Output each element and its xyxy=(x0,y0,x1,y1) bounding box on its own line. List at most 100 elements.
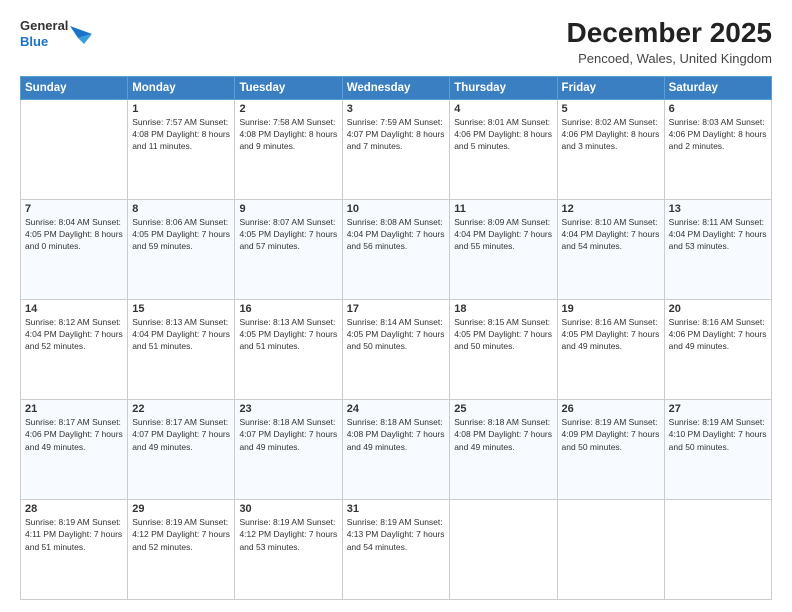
day-number: 26 xyxy=(562,403,660,415)
day-number: 30 xyxy=(239,503,337,515)
col-monday: Monday xyxy=(128,76,235,99)
table-row: 1Sunrise: 7:57 AM Sunset: 4:08 PM Daylig… xyxy=(128,99,235,199)
calendar-body: 1Sunrise: 7:57 AM Sunset: 4:08 PM Daylig… xyxy=(21,99,772,599)
calendar-header-row: Sunday Monday Tuesday Wednesday Thursday… xyxy=(21,76,772,99)
logo-bird-icon xyxy=(70,20,92,48)
day-number: 5 xyxy=(562,103,660,115)
day-info: Sunrise: 8:19 AM Sunset: 4:11 PM Dayligh… xyxy=(25,516,123,553)
table-row: 8Sunrise: 8:06 AM Sunset: 4:05 PM Daylig… xyxy=(128,199,235,299)
day-number: 3 xyxy=(347,103,446,115)
table-row: 22Sunrise: 8:17 AM Sunset: 4:07 PM Dayli… xyxy=(128,399,235,499)
day-info: Sunrise: 8:04 AM Sunset: 4:05 PM Dayligh… xyxy=(25,216,123,253)
day-info: Sunrise: 8:03 AM Sunset: 4:06 PM Dayligh… xyxy=(669,116,767,153)
col-tuesday: Tuesday xyxy=(235,76,342,99)
day-info: Sunrise: 8:13 AM Sunset: 4:05 PM Dayligh… xyxy=(239,316,337,353)
day-info: Sunrise: 8:19 AM Sunset: 4:10 PM Dayligh… xyxy=(669,416,767,453)
day-number: 25 xyxy=(454,403,552,415)
day-number: 31 xyxy=(347,503,446,515)
day-number: 12 xyxy=(562,203,660,215)
day-info: Sunrise: 8:19 AM Sunset: 4:09 PM Dayligh… xyxy=(562,416,660,453)
logo-blue: Blue xyxy=(20,34,68,50)
col-thursday: Thursday xyxy=(450,76,557,99)
day-info: Sunrise: 8:08 AM Sunset: 4:04 PM Dayligh… xyxy=(347,216,446,253)
day-info: Sunrise: 7:59 AM Sunset: 4:07 PM Dayligh… xyxy=(347,116,446,153)
calendar-week-4: 21Sunrise: 8:17 AM Sunset: 4:06 PM Dayli… xyxy=(21,399,772,499)
table-row xyxy=(450,499,557,599)
day-number: 27 xyxy=(669,403,767,415)
day-number: 13 xyxy=(669,203,767,215)
day-info: Sunrise: 8:02 AM Sunset: 4:06 PM Dayligh… xyxy=(562,116,660,153)
table-row: 24Sunrise: 8:18 AM Sunset: 4:08 PM Dayli… xyxy=(342,399,450,499)
day-number: 21 xyxy=(25,403,123,415)
table-row xyxy=(664,499,771,599)
day-number: 4 xyxy=(454,103,552,115)
main-title: December 2025 xyxy=(567,18,772,49)
day-number: 14 xyxy=(25,303,123,315)
calendar-week-3: 14Sunrise: 8:12 AM Sunset: 4:04 PM Dayli… xyxy=(21,299,772,399)
table-row: 7Sunrise: 8:04 AM Sunset: 4:05 PM Daylig… xyxy=(21,199,128,299)
table-row: 16Sunrise: 8:13 AM Sunset: 4:05 PM Dayli… xyxy=(235,299,342,399)
table-row: 9Sunrise: 8:07 AM Sunset: 4:05 PM Daylig… xyxy=(235,199,342,299)
day-info: Sunrise: 8:01 AM Sunset: 4:06 PM Dayligh… xyxy=(454,116,552,153)
table-row: 11Sunrise: 8:09 AM Sunset: 4:04 PM Dayli… xyxy=(450,199,557,299)
day-number: 11 xyxy=(454,203,552,215)
day-info: Sunrise: 8:06 AM Sunset: 4:05 PM Dayligh… xyxy=(132,216,230,253)
table-row: 27Sunrise: 8:19 AM Sunset: 4:10 PM Dayli… xyxy=(664,399,771,499)
day-number: 28 xyxy=(25,503,123,515)
calendar-week-2: 7Sunrise: 8:04 AM Sunset: 4:05 PM Daylig… xyxy=(21,199,772,299)
day-info: Sunrise: 8:19 AM Sunset: 4:12 PM Dayligh… xyxy=(239,516,337,553)
table-row: 14Sunrise: 8:12 AM Sunset: 4:04 PM Dayli… xyxy=(21,299,128,399)
day-info: Sunrise: 8:19 AM Sunset: 4:12 PM Dayligh… xyxy=(132,516,230,553)
day-number: 15 xyxy=(132,303,230,315)
day-info: Sunrise: 8:17 AM Sunset: 4:06 PM Dayligh… xyxy=(25,416,123,453)
table-row: 21Sunrise: 8:17 AM Sunset: 4:06 PM Dayli… xyxy=(21,399,128,499)
day-info: Sunrise: 8:14 AM Sunset: 4:05 PM Dayligh… xyxy=(347,316,446,353)
table-row xyxy=(557,499,664,599)
table-row xyxy=(21,99,128,199)
table-row: 6Sunrise: 8:03 AM Sunset: 4:06 PM Daylig… xyxy=(664,99,771,199)
table-row: 19Sunrise: 8:16 AM Sunset: 4:05 PM Dayli… xyxy=(557,299,664,399)
logo: General Blue xyxy=(20,18,92,49)
day-info: Sunrise: 8:09 AM Sunset: 4:04 PM Dayligh… xyxy=(454,216,552,253)
day-number: 6 xyxy=(669,103,767,115)
day-number: 2 xyxy=(239,103,337,115)
day-number: 22 xyxy=(132,403,230,415)
day-info: Sunrise: 8:11 AM Sunset: 4:04 PM Dayligh… xyxy=(669,216,767,253)
day-number: 16 xyxy=(239,303,337,315)
header: General Blue December 2025 Pencoed, Wale… xyxy=(20,18,772,66)
day-info: Sunrise: 8:16 AM Sunset: 4:06 PM Dayligh… xyxy=(669,316,767,353)
table-row: 15Sunrise: 8:13 AM Sunset: 4:04 PM Dayli… xyxy=(128,299,235,399)
title-block: December 2025 Pencoed, Wales, United Kin… xyxy=(567,18,772,66)
day-info: Sunrise: 8:17 AM Sunset: 4:07 PM Dayligh… xyxy=(132,416,230,453)
table-row: 17Sunrise: 8:14 AM Sunset: 4:05 PM Dayli… xyxy=(342,299,450,399)
table-row: 25Sunrise: 8:18 AM Sunset: 4:08 PM Dayli… xyxy=(450,399,557,499)
table-row: 13Sunrise: 8:11 AM Sunset: 4:04 PM Dayli… xyxy=(664,199,771,299)
subtitle: Pencoed, Wales, United Kingdom xyxy=(567,51,772,66)
day-info: Sunrise: 8:07 AM Sunset: 4:05 PM Dayligh… xyxy=(239,216,337,253)
day-info: Sunrise: 7:58 AM Sunset: 4:08 PM Dayligh… xyxy=(239,116,337,153)
table-row: 5Sunrise: 8:02 AM Sunset: 4:06 PM Daylig… xyxy=(557,99,664,199)
day-info: Sunrise: 8:16 AM Sunset: 4:05 PM Dayligh… xyxy=(562,316,660,353)
col-saturday: Saturday xyxy=(664,76,771,99)
day-number: 7 xyxy=(25,203,123,215)
day-number: 29 xyxy=(132,503,230,515)
day-info: Sunrise: 8:15 AM Sunset: 4:05 PM Dayligh… xyxy=(454,316,552,353)
day-number: 9 xyxy=(239,203,337,215)
table-row: 31Sunrise: 8:19 AM Sunset: 4:13 PM Dayli… xyxy=(342,499,450,599)
table-row: 20Sunrise: 8:16 AM Sunset: 4:06 PM Dayli… xyxy=(664,299,771,399)
col-wednesday: Wednesday xyxy=(342,76,450,99)
col-friday: Friday xyxy=(557,76,664,99)
day-number: 23 xyxy=(239,403,337,415)
table-row: 3Sunrise: 7:59 AM Sunset: 4:07 PM Daylig… xyxy=(342,99,450,199)
day-number: 10 xyxy=(347,203,446,215)
day-info: Sunrise: 8:13 AM Sunset: 4:04 PM Dayligh… xyxy=(132,316,230,353)
table-row: 4Sunrise: 8:01 AM Sunset: 4:06 PM Daylig… xyxy=(450,99,557,199)
page: General Blue December 2025 Pencoed, Wale… xyxy=(0,0,792,612)
day-number: 18 xyxy=(454,303,552,315)
logo-general: General xyxy=(20,18,68,34)
day-number: 20 xyxy=(669,303,767,315)
table-row: 28Sunrise: 8:19 AM Sunset: 4:11 PM Dayli… xyxy=(21,499,128,599)
table-row: 30Sunrise: 8:19 AM Sunset: 4:12 PM Dayli… xyxy=(235,499,342,599)
col-sunday: Sunday xyxy=(21,76,128,99)
calendar-table: Sunday Monday Tuesday Wednesday Thursday… xyxy=(20,76,772,600)
